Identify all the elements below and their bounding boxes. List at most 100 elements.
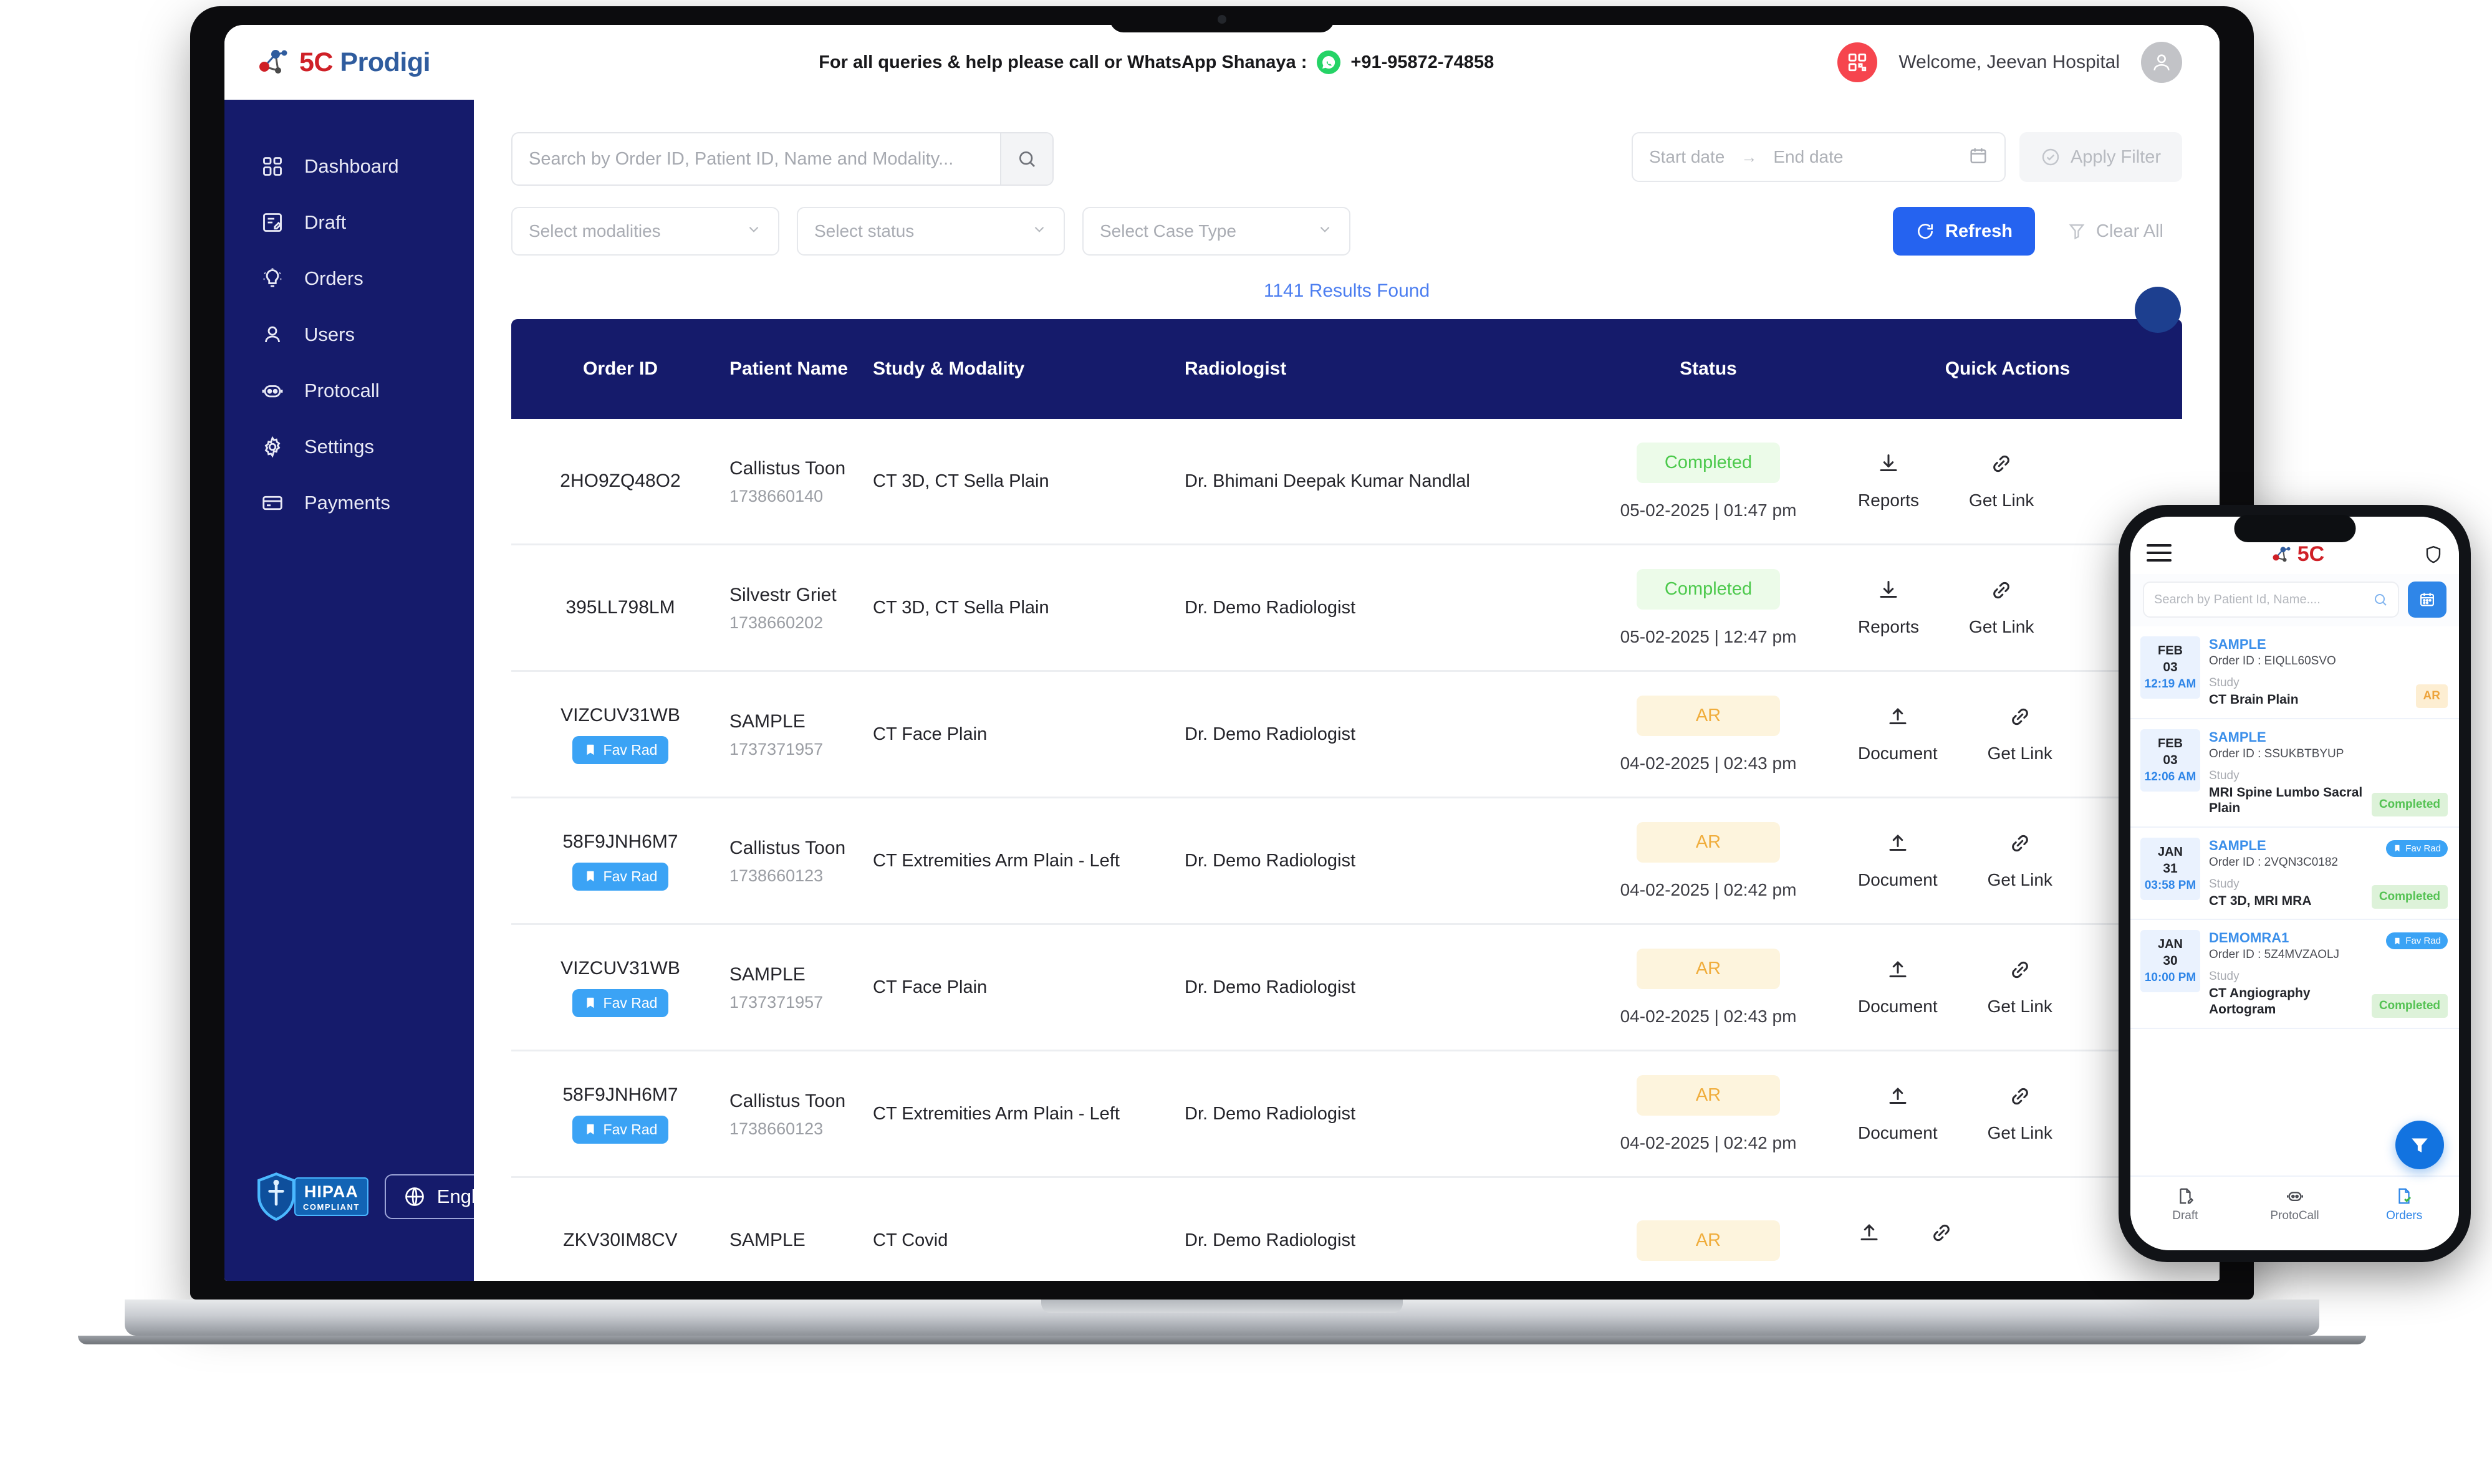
quick-action-link[interactable]: Get Link [1969,452,2034,510]
brand-logo[interactable]: 5C Prodigi [257,47,475,78]
phone-item-date: FEB0312:19 AM [2140,636,2200,699]
phone-nav-draft[interactable]: Draft [2130,1187,2240,1223]
table-row[interactable]: 58F9JNH6M7Fav RadCallistus Toon173866012… [511,1051,2182,1178]
filter-row-top: Start date → End date [511,132,2182,186]
quick-action-upload[interactable]: Document [1858,959,1938,1017]
sidebar-item-payments[interactable]: Payments [224,475,474,531]
table-row[interactable]: VIZCUV31WBFav RadSAMPLE1737371957CT Face… [511,672,2182,798]
sidebar-item-dashboard[interactable]: Dashboard [224,138,474,194]
filter-icon[interactable] [2395,1121,2444,1169]
link-icon [2009,706,2031,732]
phone-item-meta: Fav RadCompleted [2379,838,2448,909]
cell-patient: SAMPLE1737371957 [729,709,873,759]
sidebar-item-orders[interactable]: Orders [224,251,474,307]
search-button[interactable] [1000,133,1052,184]
whatsapp-icon[interactable] [1317,50,1340,74]
cell-order-id: VIZCUV31WBFav Rad [511,958,729,1017]
status-badge: Completed [2372,793,2448,816]
link-icon [2009,959,2031,985]
col-quick-actions: Quick Actions [1833,358,2182,380]
fav-rad-badge[interactable]: Fav Rad [572,736,669,764]
status-timestamp: 04-02-2025 | 02:42 pm [1584,1133,1833,1153]
case-type-select[interactable]: Select Case Type [1082,207,1350,256]
fav-rad-badge[interactable]: Fav Rad [2386,840,2448,857]
quick-action-link[interactable]: Get Link [1969,579,2034,637]
quick-action-download[interactable]: Reports [1858,579,1919,637]
calendar-icon[interactable] [2408,582,2446,618]
quick-action-download[interactable]: Reports [1858,452,1919,510]
shield-icon [254,1172,298,1222]
download-icon [1877,452,1900,479]
fav-rad-label: Fav Rad [2405,843,2441,854]
quick-action-link[interactable]: Get Link [1988,832,2052,890]
clear-all-button[interactable]: Clear All [2049,207,2182,256]
status-badge: AR [2416,684,2448,708]
table-row[interactable]: 58F9JNH6M7Fav RadCallistus Toon173866012… [511,798,2182,925]
quick-action-link[interactable] [1930,1222,1953,1260]
phone-list-item[interactable]: FEB0312:19 AMSAMPLEOrder ID : EIQLL60SVO… [2130,626,2459,719]
date-range-picker[interactable]: Start date → End date [1632,132,2006,182]
select-group: Select modalities Select status [511,207,1350,256]
fav-rad-badge[interactable]: Fav Rad [572,863,669,891]
phone-list-item[interactable]: JAN3103:58 PMSAMPLEOrder ID : 2VQN3C0182… [2130,828,2459,921]
quick-action-upload[interactable]: Document [1858,706,1938,764]
status-select[interactable]: Select status [797,207,1065,256]
qr-code-icon[interactable] [1837,42,1877,82]
refresh-label: Refresh [1945,221,2013,242]
quick-action-label: Reports [1858,617,1919,637]
sidebar-item-settings[interactable]: Settings [224,419,474,475]
refresh-button[interactable]: Refresh [1893,207,2035,256]
phone-item-day: 03 [2143,753,2198,768]
check-circle-icon [2041,147,2061,167]
quick-action-link[interactable]: Get Link [1988,706,2052,764]
quick-action-link[interactable]: Get Link [1988,1085,2052,1143]
prodigi-molecule-icon [2271,545,2292,564]
search-box[interactable] [511,132,1054,186]
phone-nav-protocall[interactable]: ProtoCall [2240,1187,2350,1223]
cell-radiologist: Dr. Demo Radiologist [1185,595,1584,621]
search-input[interactable] [512,149,1000,170]
status-badge: Completed [1637,569,1780,610]
robot-icon [259,378,286,404]
fav-rad-badge[interactable]: Fav Rad [572,989,669,1017]
table-row[interactable]: ZKV30IM8CVSAMPLECT CovidDr. Demo Radiolo… [511,1178,2182,1281]
row-action-fab[interactable] [2135,287,2181,333]
order-id-value: 395LL798LM [511,597,729,618]
support-phone[interactable]: +91-95872-74858 [1350,52,1494,73]
quick-action-link[interactable]: Get Link [1988,959,2052,1017]
phone-list-item[interactable]: JAN3010:00 PMDEMOMRA1Order ID : 5Z4MVZAO… [2130,920,2459,1028]
card-icon [259,490,286,516]
order-id-value: 58F9JNH6M7 [511,831,729,853]
fav-rad-badge[interactable]: Fav Rad [2386,932,2448,949]
table-row[interactable]: 2HO9ZQ48O2Callistus Toon1738660140CT 3D,… [511,419,2182,545]
start-date-field[interactable]: Start date [1649,147,1725,167]
fav-rad-badge[interactable]: Fav Rad [572,1116,669,1144]
apply-filter-label: Apply Filter [2071,147,2161,168]
fav-rad-label: Fav Rad [604,995,658,1012]
hamburger-icon[interactable] [2147,544,2172,567]
phone-nav-orders[interactable]: Orders [2349,1187,2459,1223]
sidebar-item-draft[interactable]: Draft [224,194,474,251]
quick-action-upload[interactable]: Document [1858,1085,1938,1143]
modalities-select[interactable]: Select modalities [511,207,779,256]
sidebar: Dashboard Draft [224,100,474,1281]
table-row[interactable]: VIZCUV31WBFav RadSAMPLE1737371957CT Face… [511,925,2182,1051]
phone-list-item[interactable]: FEB0312:06 AMSAMPLEOrder ID : SSUKBTBYUP… [2130,719,2459,828]
calendar-icon[interactable] [1968,146,1988,169]
quick-action-upload[interactable]: Document [1858,832,1938,890]
phone-nav-label: Draft [2172,1209,2198,1223]
upload-icon [1887,706,1909,732]
end-date-field[interactable]: End date [1773,147,1843,167]
shield-icon[interactable] [2424,545,2443,567]
sidebar-item-protocall[interactable]: Protocall [224,363,474,419]
sidebar-item-users[interactable]: Users [224,307,474,363]
col-study-modality: Study & Modality [873,358,1185,380]
status-timestamp: 04-02-2025 | 02:43 pm [1584,754,1833,773]
status-badge: Completed [1637,443,1780,483]
phone-search-input[interactable]: Search by Patient Id, Name.... [2143,582,2399,618]
phone-item-date: JAN3010:00 PM [2140,930,2200,992]
apply-filter-button[interactable]: Apply Filter [2019,132,2182,182]
quick-action-upload[interactable] [1858,1222,1880,1260]
user-avatar-icon[interactable] [2141,42,2182,83]
table-row[interactable]: 395LL798LMSilvestr Griet1738660202CT 3D,… [511,545,2182,672]
